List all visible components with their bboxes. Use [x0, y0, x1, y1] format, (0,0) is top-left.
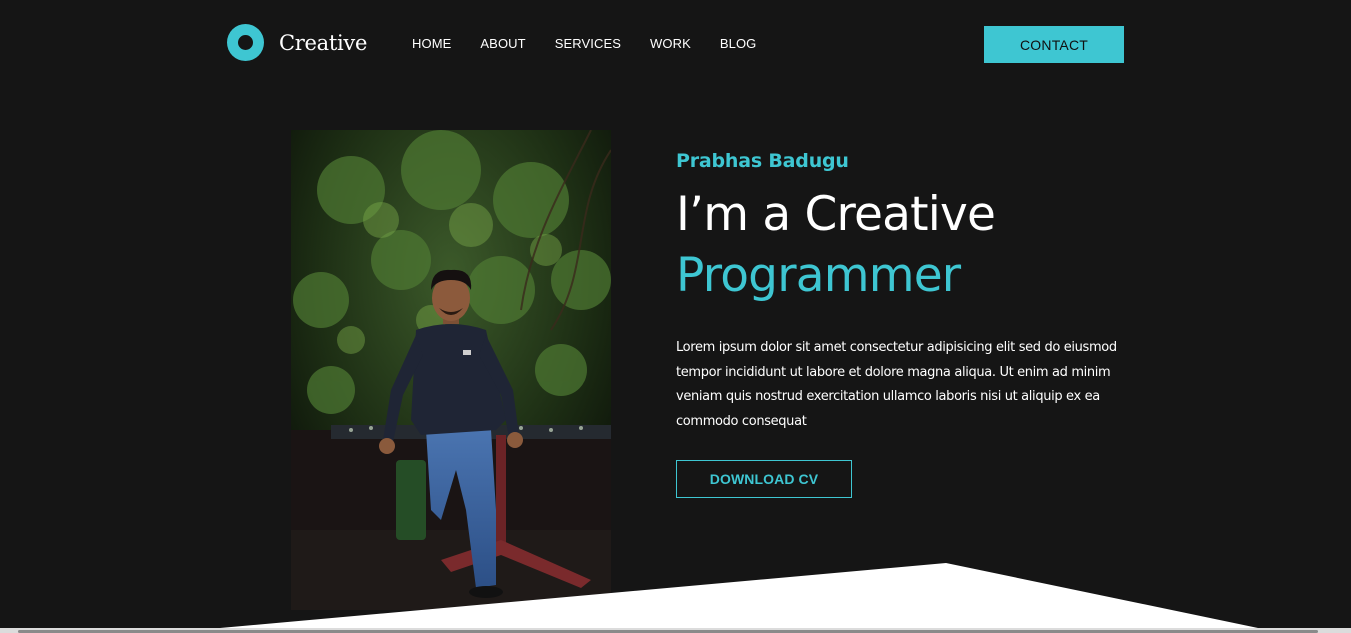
- page: Creative HOME ABOUT SERVICES WORK BLOG C…: [0, 0, 1351, 633]
- nav-item-home[interactable]: HOME: [412, 36, 451, 51]
- hero-title: I’m a Creative Programmer: [676, 184, 1136, 306]
- bottom-angled-shape: [220, 563, 1258, 628]
- hero-description: Lorem ipsum dolor sit amet consectetur a…: [676, 340, 1117, 429]
- hero-name: Prabhas Badugu: [676, 150, 849, 172]
- nav-item-services[interactable]: SERVICES: [555, 36, 621, 51]
- logo-link[interactable]: Creative: [227, 24, 367, 61]
- logo-text: Creative: [279, 30, 368, 55]
- nav-item-work[interactable]: WORK: [650, 36, 691, 51]
- contact-button[interactable]: CONTACT: [984, 26, 1124, 63]
- portrait-illustration: [291, 130, 611, 610]
- site-header: Creative HOME ABOUT SERVICES WORK BLOG C…: [0, 0, 1351, 90]
- hero-section: Prabhas Badugu I’m a Creative Programmer…: [676, 150, 1136, 434]
- nav-item-about[interactable]: ABOUT: [480, 36, 525, 51]
- nav-item-blog[interactable]: BLOG: [720, 36, 757, 51]
- logo-ring-icon: [227, 24, 264, 61]
- main-nav: HOME ABOUT SERVICES WORK BLOG: [412, 36, 785, 51]
- hero-title-line1: I’m a Creative: [676, 187, 996, 242]
- download-cv-button[interactable]: DOWNLOAD CV: [676, 460, 852, 498]
- white-wedge: [220, 563, 1258, 628]
- hero-title-line2: Programmer: [676, 248, 961, 303]
- portrait-photo: [291, 130, 611, 610]
